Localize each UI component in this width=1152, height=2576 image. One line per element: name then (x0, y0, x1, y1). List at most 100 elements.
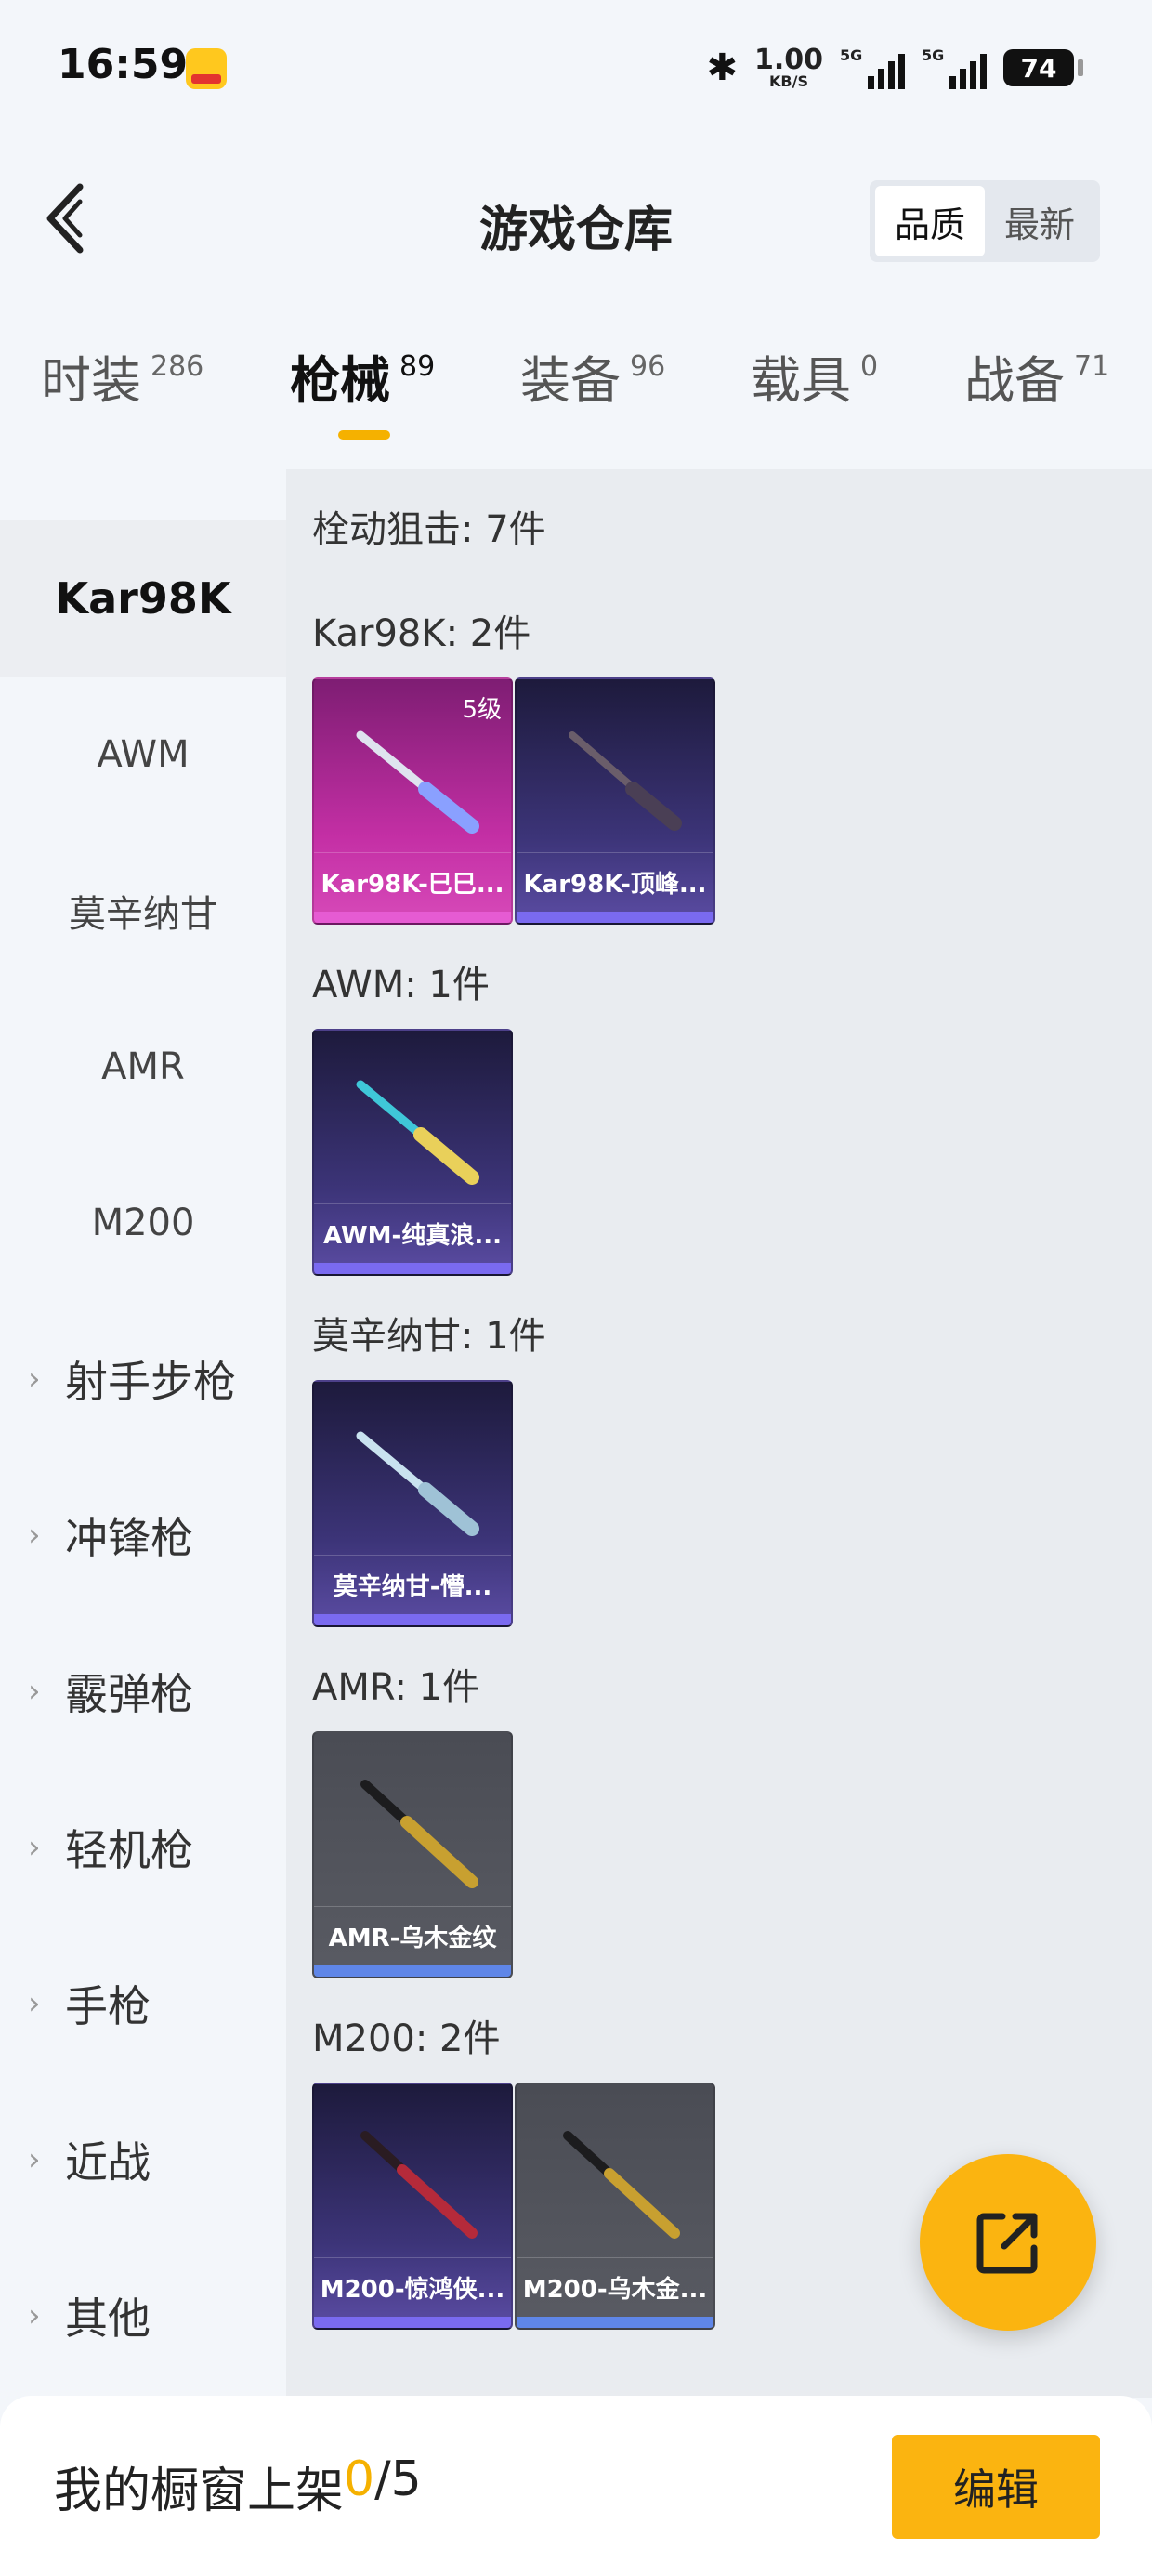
sidebar-item-kar98k[interactable]: Kar98K (0, 520, 286, 677)
showcase-bar: 我的橱窗上架 0/5 编辑 (0, 2396, 1152, 2576)
chevron-right-icon: › (28, 1360, 41, 1398)
chevron-right-icon: › (28, 1517, 41, 1554)
weapon-card[interactable]: M200-乌木金... (515, 2083, 715, 2330)
active-tab-indicator (338, 430, 390, 440)
sort-newest-button[interactable]: 最新 (985, 186, 1094, 256)
sidebar-item-label: 霰弹枪 (65, 1669, 193, 1719)
network-speed-unit: KB/S (769, 72, 808, 90)
sidebar-item-label: 轻机枪 (65, 1825, 193, 1875)
rifle-icon (356, 1080, 479, 1185)
rifle-icon (360, 2131, 478, 2239)
tab-label: 装备 (520, 351, 621, 410)
status-bar: 16:59 ✱ 1.00 KB/S 5G 5G 74 (0, 0, 1152, 139)
tab-label: 枪械 (290, 351, 390, 410)
chevron-right-icon: › (28, 2141, 41, 2178)
sidebar-item-amr[interactable]: AMR (0, 989, 286, 1145)
status-icons: ✱ 1.00 KB/S 5G 5G 74 (706, 45, 1083, 91)
tab-count: 0 (860, 350, 879, 383)
rarity-strip (314, 1614, 511, 1625)
rarity-strip (517, 912, 713, 923)
signal-icon: 5G (922, 46, 987, 89)
sort-toggle: 品质 最新 (870, 180, 1100, 262)
weapon-card[interactable]: M200-惊鸿侠... (312, 2083, 513, 2330)
app-notification-icon (186, 48, 227, 89)
tab-vehicles[interactable]: 载具 0 (751, 353, 878, 409)
section-title-kar98k: Kar98K: 2件 (312, 612, 531, 655)
showcase-status: 我的橱窗上架 0/5 (54, 2451, 422, 2521)
showcase-label: 我的橱窗上架 (54, 2464, 345, 2519)
rarity-strip (314, 1263, 511, 1274)
tab-equipment[interactable]: 装备 96 (520, 353, 665, 409)
rarity-strip (314, 2317, 511, 2328)
sidebar-item-label: 手枪 (65, 1981, 151, 2031)
showcase-count: 0 (344, 2451, 375, 2507)
sidebar-item-label: 射手步枪 (65, 1357, 236, 1407)
chevron-right-icon: › (28, 1829, 41, 1866)
edit-button[interactable]: 编辑 (892, 2435, 1100, 2539)
sidebar-item-shotgun[interactable]: › 霰弹枪 (0, 1613, 286, 1769)
sidebar-item-melee[interactable]: › 近战 (0, 2082, 286, 2238)
weapon-name: M200-惊鸿侠... (314, 2257, 511, 2317)
section-title-mosin: 莫辛纳甘: 1件 (312, 1315, 546, 1358)
category-title: 栓动狙击: 7件 (312, 508, 546, 551)
status-time: 16:59 (58, 41, 189, 88)
bluetooth-icon: ✱ (706, 46, 738, 89)
rifle-icon (563, 2131, 680, 2239)
chevron-right-icon: › (28, 1985, 41, 2022)
rifle-icon (356, 1431, 479, 1536)
sidebar-item-other[interactable]: › 其他 (0, 2238, 286, 2394)
weapon-name: Kar98K-巳巳... (314, 852, 511, 912)
signal-type-1: 5G (840, 46, 863, 64)
tab-count: 71 (1074, 350, 1110, 383)
weapon-card[interactable]: Kar98K-顶峰... (515, 677, 715, 925)
sidebar-item-awm[interactable]: AWM (0, 677, 286, 833)
category-tabs: 时装 286 枪械 89 装备 96 载具 0 战备 71 (0, 353, 1152, 446)
rifle-icon (360, 1780, 478, 1888)
sidebar-item-lmg[interactable]: › 轻机枪 (0, 1769, 286, 1925)
battery-icon: 74 (1003, 49, 1083, 86)
sidebar-item-smg[interactable]: › 冲锋枪 (0, 1457, 286, 1613)
tab-label: 时装 (41, 351, 141, 410)
sort-quality-button[interactable]: 品质 (875, 186, 985, 256)
rarity-strip (314, 912, 511, 923)
tab-label: 载具 (751, 351, 851, 410)
share-icon (976, 2213, 1038, 2274)
sidebar-item-label: 近战 (65, 2137, 151, 2188)
rarity-strip (517, 2317, 713, 2328)
share-button[interactable] (920, 2154, 1096, 2331)
tab-label: 战备 (964, 351, 1065, 410)
weapon-card[interactable]: 莫辛纳甘-懵... (312, 1380, 513, 1627)
signal-icon: 5G (840, 46, 905, 89)
rifle-icon (356, 730, 479, 834)
sidebar-item-label: 其他 (65, 2293, 151, 2344)
showcase-total: /5 (374, 2451, 422, 2507)
tab-count: 286 (151, 350, 204, 383)
rarity-strip (314, 1965, 511, 1977)
weapon-name: M200-乌木金... (517, 2257, 713, 2317)
weapon-card[interactable]: 5级 Kar98K-巳巳... (312, 677, 513, 925)
sidebar-item-marksman[interactable]: › 射手步枪 (0, 1301, 286, 1457)
weapon-name: AMR-乌木金纹 (314, 1906, 511, 1965)
sidebar-item-label: 冲锋枪 (65, 1513, 193, 1563)
sidebar-item-pistol[interactable]: › 手枪 (0, 1925, 286, 2082)
tab-supplies[interactable]: 战备 71 (964, 353, 1109, 409)
weapon-card[interactable]: AMR-乌木金纹 (312, 1731, 513, 1978)
sidebar-item-mosin[interactable]: 莫辛纳甘 (0, 833, 286, 989)
weapon-name: Kar98K-顶峰... (517, 852, 713, 912)
chevron-right-icon: › (28, 1673, 41, 1710)
rifle-icon (569, 731, 682, 831)
network-speed: 1.00 KB/S (754, 46, 823, 89)
weapon-sidebar: Kar98K AWM 莫辛纳甘 AMR M200 › 射手步枪 › 冲锋枪 › 霰弹枪… (0, 520, 286, 2394)
tab-fashion[interactable]: 时装 286 (41, 353, 203, 409)
battery-level: 74 (1020, 52, 1057, 84)
section-title-m200: M200: 2件 (312, 2017, 501, 2060)
sidebar-item-m200[interactable]: M200 (0, 1145, 286, 1301)
section-title-awm: AWM: 1件 (312, 964, 490, 1006)
network-speed-value: 1.00 (753, 44, 823, 76)
tab-count: 96 (630, 350, 666, 383)
weapon-name: AWM-纯真浪... (314, 1203, 511, 1263)
weapon-list: 栓动狙击: 7件 Kar98K: 2件 5级 Kar98K-巳巳... Kar9… (286, 469, 1152, 2398)
section-title-amr: AMR: 1件 (312, 1666, 480, 1709)
tab-weapons[interactable]: 枪械 89 (290, 353, 435, 409)
weapon-card[interactable]: AWM-纯真浪... (312, 1029, 513, 1276)
